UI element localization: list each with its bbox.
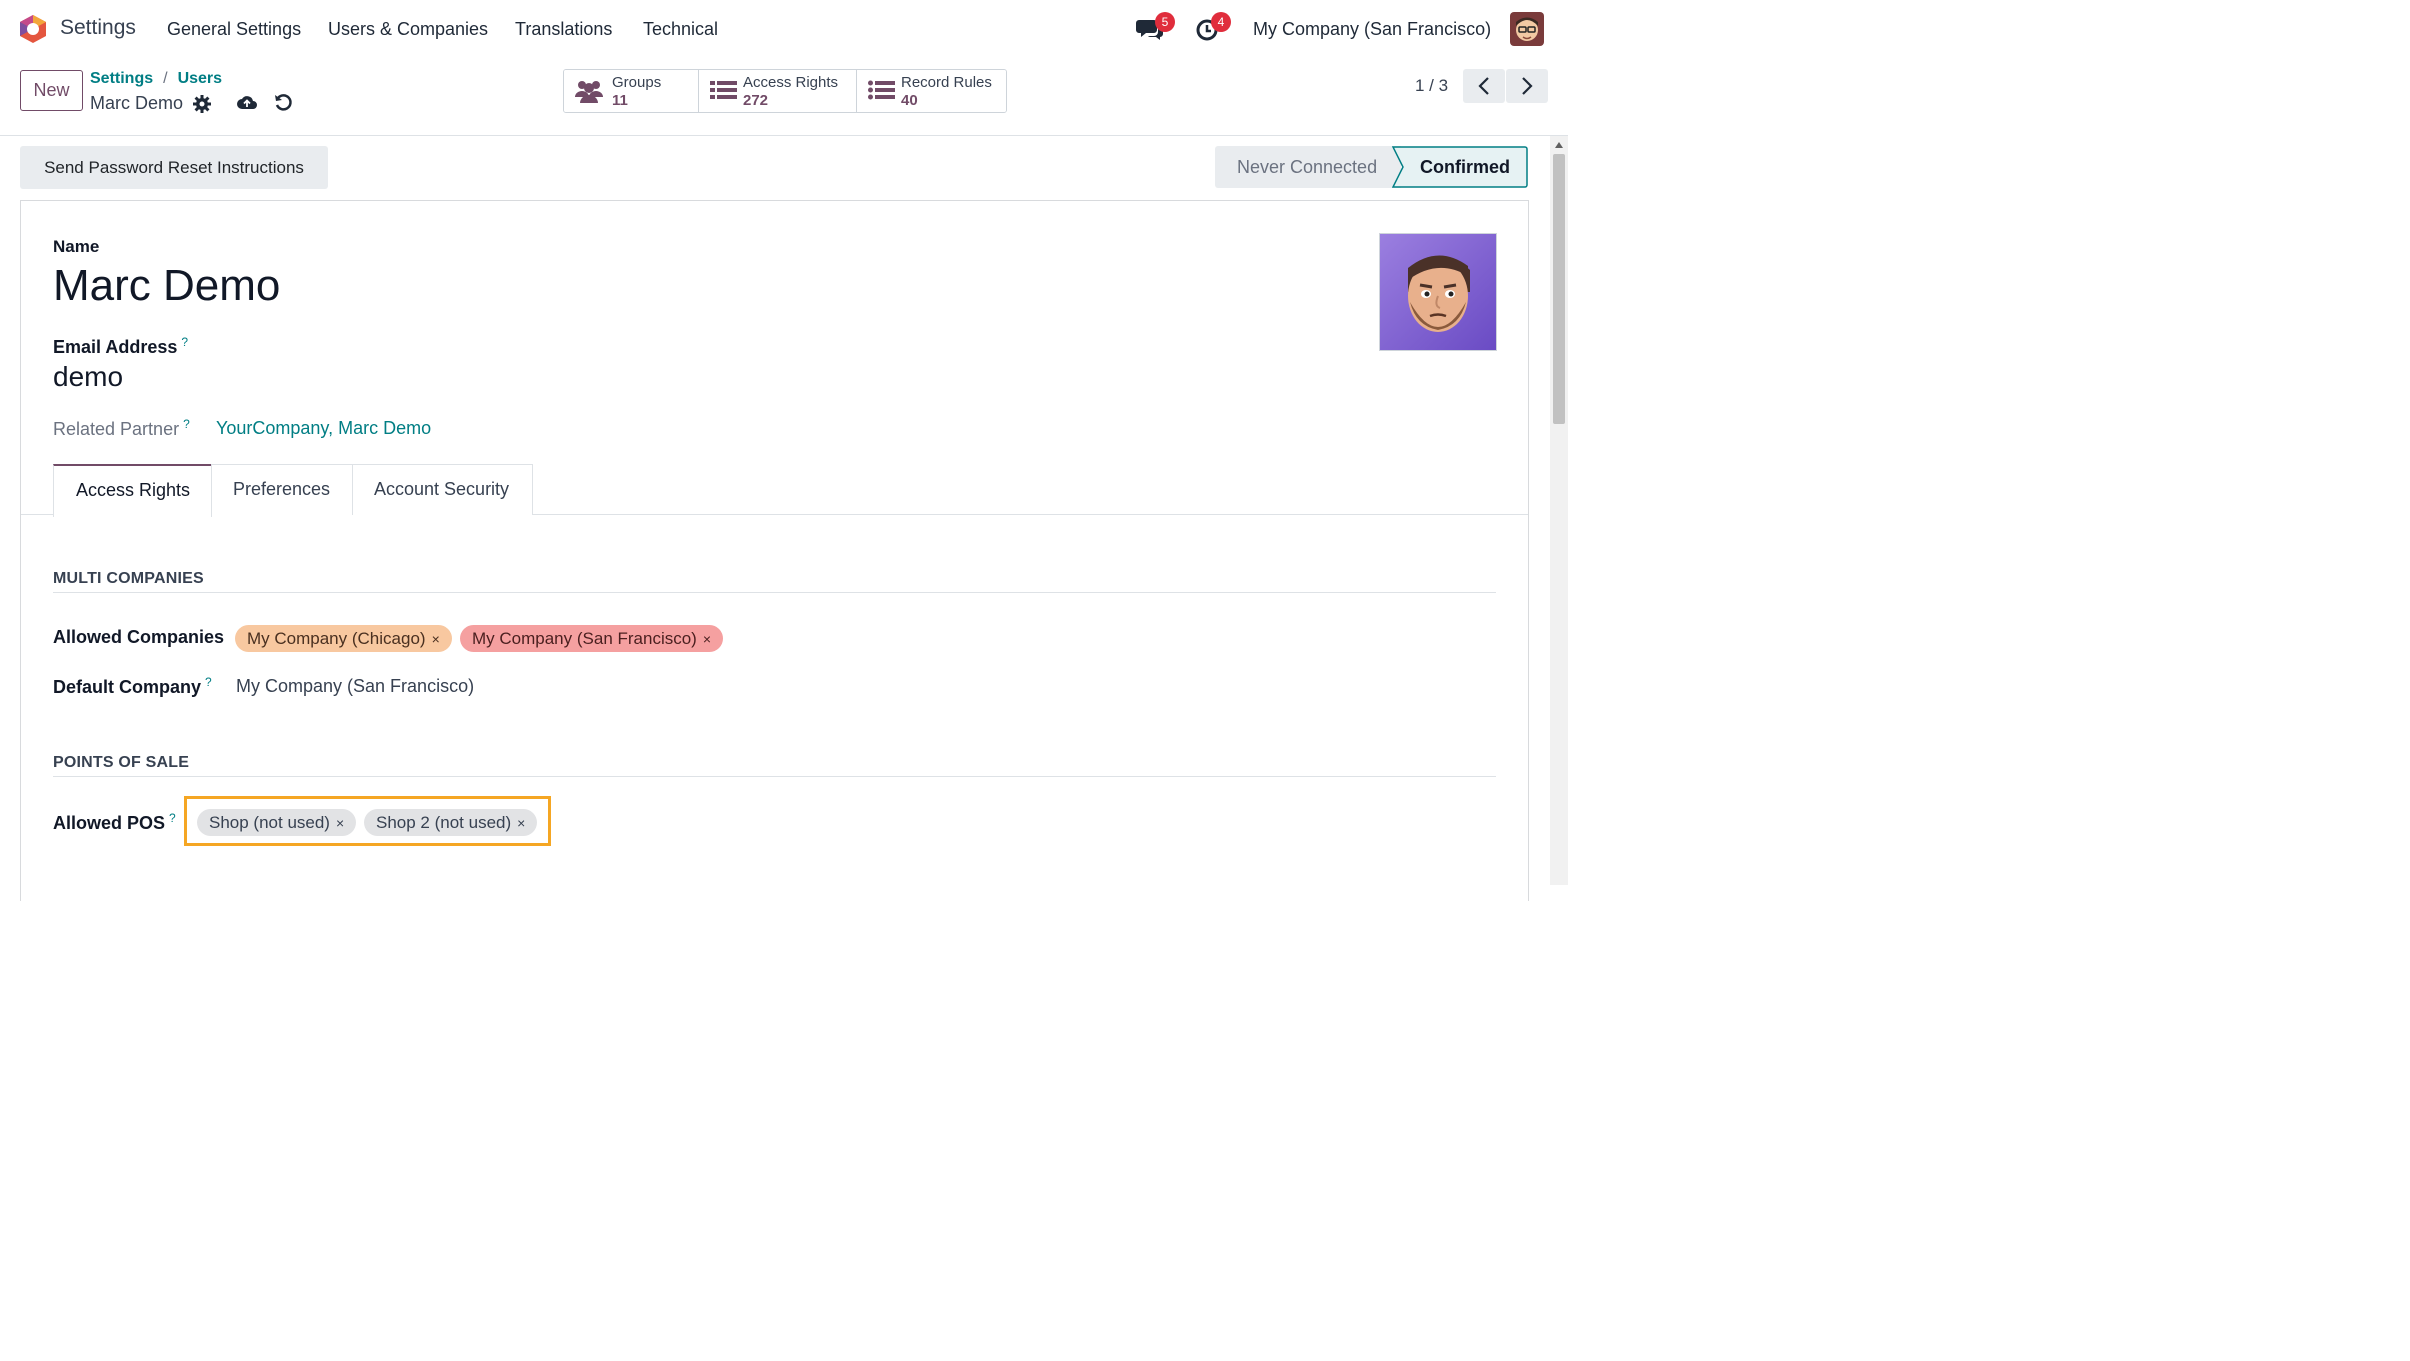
groups-count: 11	[612, 92, 628, 109]
send-password-reset-button[interactable]: Send Password Reset Instructions	[20, 146, 328, 189]
menu-general-settings[interactable]: General Settings	[167, 19, 301, 40]
breadcrumb-settings[interactable]: Settings	[90, 70, 153, 87]
user-photo-image	[1380, 234, 1496, 350]
related-partner-label-text: Related Partner	[53, 419, 180, 439]
stage-confirmed-label: Confirmed	[1420, 157, 1510, 177]
breadcrumb-users[interactable]: Users	[178, 70, 222, 87]
breadcrumb-current-record: Marc Demo	[90, 93, 184, 113]
email-help-icon[interactable]: ?	[181, 335, 188, 349]
access-rights-count: 272	[743, 92, 769, 109]
remove-tag-icon[interactable]: ×	[703, 631, 711, 647]
default-company-help-icon[interactable]: ?	[205, 675, 212, 689]
email-label-text: Email Address	[53, 337, 178, 357]
stage-never-connected[interactable]: Never Connected	[1215, 146, 1401, 188]
pos-tag-shop-2-label: Shop 2 (not used)	[376, 813, 512, 832]
company-tag-san-francisco-label: My Company (San Francisco)	[472, 629, 697, 648]
remove-tag-icon[interactable]: ×	[432, 631, 440, 647]
user-photo[interactable]	[1379, 233, 1497, 351]
app-logo-icon[interactable]	[18, 14, 48, 44]
name-label: Name	[53, 237, 100, 256]
gear-icon[interactable]	[192, 94, 212, 114]
company-tag-chicago-label: My Company (Chicago)	[247, 629, 426, 648]
section-divider	[53, 776, 1496, 777]
messages-badge: 5	[1155, 12, 1175, 32]
default-company-field[interactable]: My Company (San Francisco)	[236, 676, 474, 697]
scroll-up-arrow-icon[interactable]	[1555, 142, 1563, 148]
user-avatar[interactable]	[1510, 12, 1544, 46]
scrollbar-thumb[interactable]	[1553, 154, 1565, 424]
company-tag-chicago[interactable]: My Company (Chicago) ×	[235, 625, 452, 652]
record-rules-smart-button[interactable]: Record Rules 40	[857, 70, 1006, 112]
stage-confirmed[interactable]: Confirmed	[1392, 146, 1528, 188]
pos-tag-shop-label: Shop (not used)	[209, 813, 330, 832]
cloud-save-icon[interactable]	[236, 92, 258, 114]
tab-access-rights-label: Access Rights	[76, 480, 191, 500]
users-icon	[575, 81, 603, 103]
name-field[interactable]: Marc Demo	[53, 261, 280, 311]
menu-technical[interactable]: Technical	[643, 19, 718, 40]
email-field[interactable]: demo	[53, 361, 123, 393]
tab-account-security-label: Account Security	[374, 479, 510, 499]
breadcrumb-separator: /	[163, 70, 168, 87]
menu-users-companies[interactable]: Users & Companies	[328, 19, 488, 40]
new-button[interactable]: New	[20, 70, 83, 111]
tab-preferences-label: Preferences	[233, 479, 331, 499]
top-navbar: Settings General Settings Users & Compan…	[0, 0, 1568, 58]
notebook-tabs: Access Rights Preferences Account Securi…	[21, 464, 1528, 517]
company-switcher[interactable]: My Company (San Francisco)	[1253, 19, 1491, 40]
pager-next-button[interactable]	[1506, 69, 1548, 103]
tab-access-rights[interactable]: Access Rights	[53, 464, 212, 517]
groups-label: Groups	[612, 74, 662, 91]
remove-tag-icon[interactable]: ×	[336, 815, 344, 831]
access-rights-smart-button[interactable]: Access Rights 272	[699, 70, 857, 112]
list-icon	[710, 81, 737, 99]
access-rights-label: Access Rights	[743, 74, 839, 91]
tab-account-security[interactable]: Account Security	[352, 464, 533, 515]
partner-help-icon[interactable]: ?	[183, 417, 190, 431]
record-rules-label: Record Rules	[901, 74, 992, 91]
tab-preferences[interactable]: Preferences	[211, 464, 353, 515]
default-company-label: Default Company?	[53, 675, 212, 698]
allowed-pos-label-text: Allowed POS	[53, 813, 166, 833]
section-title-multi-companies: MULTI COMPANIES	[53, 570, 204, 587]
smart-buttons: Groups 11 Access Rights 272 Record Rules…	[563, 69, 1007, 113]
pager-previous-button[interactable]	[1463, 69, 1505, 103]
email-label: Email Address?	[53, 335, 188, 358]
remove-tag-icon[interactable]: ×	[517, 815, 525, 831]
related-partner-label: Related Partner?	[53, 417, 190, 440]
chevron-right-icon	[1522, 77, 1533, 95]
discard-undo-icon[interactable]	[273, 92, 295, 114]
allowed-companies-label: Allowed Companies	[53, 627, 225, 647]
allowed-pos-label: Allowed POS?	[53, 811, 176, 834]
record-rules-count: 40	[901, 92, 918, 109]
company-tag-san-francisco[interactable]: My Company (San Francisco) ×	[460, 625, 724, 652]
chevron-left-icon	[1478, 77, 1489, 95]
breadcrumb: Settings / Users	[90, 70, 222, 88]
pos-tag-shop-2[interactable]: Shop 2 (not used) ×	[364, 809, 538, 836]
app-title[interactable]: Settings	[60, 16, 136, 40]
control-panel: New Settings / Users Marc Demo Groups 11	[0, 58, 1568, 136]
menu-translations[interactable]: Translations	[515, 19, 612, 40]
pager-value[interactable]: 1 / 3	[1415, 76, 1448, 96]
activities-badge: 4	[1211, 12, 1231, 32]
groups-smart-button[interactable]: Groups 11	[564, 70, 699, 112]
vertical-scrollbar[interactable]	[1550, 136, 1568, 885]
stage-never-connected-label: Never Connected	[1237, 157, 1378, 177]
form-sheet: Name Marc Demo Email Address? demo Relat…	[20, 200, 1529, 901]
section-title-points-of-sale: POINTS OF SALE	[53, 754, 190, 771]
section-divider	[53, 592, 1496, 593]
related-partner-link[interactable]: YourCompany, Marc Demo	[216, 418, 431, 439]
pos-tag-shop[interactable]: Shop (not used) ×	[197, 809, 357, 836]
allowed-pos-help-icon[interactable]: ?	[169, 811, 176, 825]
default-company-label-text: Default Company	[53, 677, 202, 697]
list-icon	[868, 80, 895, 100]
